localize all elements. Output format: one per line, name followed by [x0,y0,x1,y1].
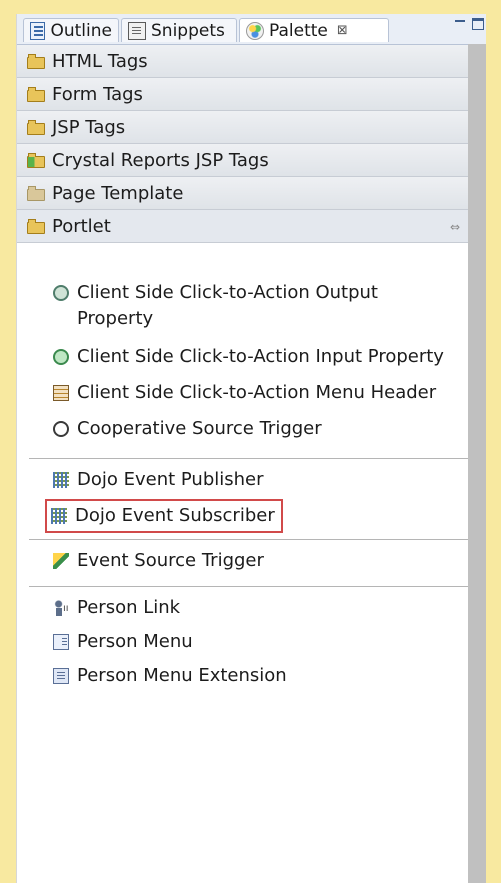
tab-snippets[interactable]: Snippets [121,18,237,42]
cooperative-source-trigger-icon [53,421,69,437]
dojo-event-publisher-icon [53,472,69,488]
dojo-event-subscriber-icon [51,508,67,524]
close-tab-icon[interactable]: ⊠ [337,23,348,38]
drawer-label: Portlet [52,215,111,237]
click-to-action-input-icon [53,349,69,365]
item-label: Client Side Click-to-Action Input Proper… [77,346,444,367]
minimize-icon[interactable] [454,18,466,30]
palette-panel: Outline Snippets Palette ⊠ HTML Tags For… [16,14,486,883]
item-label: Client Side Click-to-Action Menu Header [77,382,437,403]
palette-item-dojo-event-publisher[interactable]: Dojo Event Publisher [17,467,468,501]
drawer-label: JSP Tags [52,116,126,138]
palette-item-cooperative-source-trigger[interactable]: Cooperative Source Trigger [17,416,468,452]
palette-item-dojo-event-subscriber[interactable]: Dojo Event Subscriber [17,499,468,535]
folder-icon [27,119,46,135]
drawer-label: HTML Tags [52,50,148,72]
tab-snippets-label: Snippets [151,20,225,41]
palette-item-person-menu[interactable]: Person Menu [17,629,468,663]
separator [29,458,468,459]
drawer-label: Crystal Reports JSP Tags [52,149,269,171]
view-tab-bar: Outline Snippets Palette ⊠ [17,14,486,45]
drawer-form-tags[interactable]: Form Tags [17,78,468,111]
tab-outline-label: Outline [50,20,112,41]
separator [29,586,468,587]
tab-outline[interactable]: Outline [23,18,119,42]
palette-item-click-to-action-output[interactable]: Client Side Click-to-Action Output Prope… [17,280,468,340]
selection-highlight: Dojo Event Subscriber [45,499,283,533]
window-controls [454,18,484,30]
scrollbar[interactable] [468,44,486,883]
person-link-icon [53,596,69,622]
palette-item-click-to-action-input[interactable]: Client Side Click-to-Action Input Proper… [17,344,468,380]
open-folder-icon [27,218,46,234]
collapse-icon[interactable]: ⇔ [450,220,460,234]
item-label: Client Side Click-to-Action Output Prope… [77,282,378,329]
item-label: Cooperative Source Trigger [77,418,322,439]
item-label: Event Source Trigger [77,550,264,571]
drawer-html-tags[interactable]: HTML Tags [17,45,468,78]
folder-icon [27,53,46,69]
tab-palette[interactable]: Palette ⊠ [239,18,389,42]
drawer-jsp-tags[interactable]: JSP Tags [17,111,468,144]
maximize-icon[interactable] [472,18,484,30]
palette-item-person-menu-extension[interactable]: Person Menu Extension [17,663,468,697]
palette-item-event-source-trigger[interactable]: Event Source Trigger [17,548,468,582]
folder-icon [27,152,46,168]
person-menu-extension-icon [53,668,69,684]
item-label: Person Link [77,597,181,618]
portlet-item-list: Client Side Click-to-Action Output Prope… [17,280,468,697]
item-label: Person Menu Extension [77,665,287,686]
drawer-label: Page Template [52,182,184,204]
item-label: Person Menu [77,631,193,652]
folder-icon [27,86,46,102]
palette-item-click-to-action-menu-header[interactable]: Client Side Click-to-Action Menu Header [17,380,468,416]
palette-icon [246,21,264,40]
drawer-crystal-reports-jsp-tags[interactable]: Crystal Reports JSP Tags [17,144,468,177]
palette-item-person-link[interactable]: Person Link [17,595,468,629]
snippets-icon [128,21,146,40]
person-menu-icon [53,634,69,650]
click-to-action-output-icon [53,285,69,301]
outline-icon [30,21,46,40]
item-label: Dojo Event Subscriber [75,505,275,526]
click-to-action-menu-header-icon [53,385,69,401]
drawer-portlet[interactable]: Portlet ⇔ [17,210,468,243]
separator [29,539,468,540]
drawer-label: Form Tags [52,83,143,105]
palette-drawers: HTML Tags Form Tags JSP Tags Crystal Rep… [17,45,468,243]
folder-icon [27,185,46,201]
drawer-page-template[interactable]: Page Template [17,177,468,210]
item-label: Dojo Event Publisher [77,469,264,490]
event-source-trigger-icon [53,553,69,569]
tab-palette-label: Palette [269,20,328,41]
